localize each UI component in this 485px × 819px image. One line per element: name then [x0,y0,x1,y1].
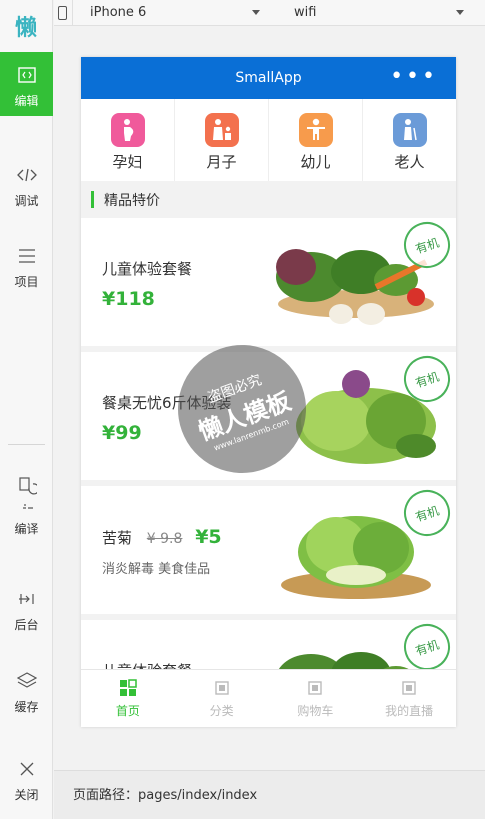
product-title-row: 苦菊 ¥ 9.8 ¥5 [102,526,222,548]
app-logo: 懒 [14,16,37,41]
tab-category[interactable]: 分类 [175,670,269,727]
section-accent-bar [91,191,94,208]
original-price: ¥ 9.8 [146,531,183,547]
category-label: 月子 [206,153,237,171]
cart-icon [308,681,323,695]
sidebar-item-label: 编译 [14,522,39,536]
more-icon[interactable]: ••• [390,57,438,97]
live-icon [402,681,416,695]
category-bar: 孕妇 月子 幼儿 老人 [81,99,456,181]
close-icon [20,758,34,780]
sidebar: 懒 编辑 调试 项目 编译 后台 缓存 关闭 [0,0,53,819]
navigation-bar: SmallApp ••• [81,57,456,99]
product-card[interactable]: 苦菊 ¥ 9.8 ¥5 消炎解毒 美食佳品 有机 [81,486,456,614]
sidebar-item-label: 缓存 [14,700,39,714]
phone-simulator: SmallApp ••• 孕妇 月子 幼儿 老人 精品特价 儿童体验套餐 ¥11… [81,57,456,727]
sidebar-item-label: 后台 [14,618,39,632]
network-select[interactable]: wifi [294,5,316,20]
category-label: 老人 [394,153,425,171]
debug-icon [16,164,37,186]
category-child[interactable]: 幼儿 [269,99,363,181]
product-card[interactable]: 餐桌无忧6斤体验装 ¥99 有机 [81,352,456,480]
sidebar-item-cache[interactable]: 缓存 [0,670,53,715]
background-icon [18,588,36,610]
tab-home[interactable]: 首页 [81,670,175,727]
phone-icon [58,6,67,20]
page-path-value[interactable]: pages/index/index [138,788,257,803]
product-card[interactable]: 儿童体验套餐 ¥118 有机 [81,218,456,346]
category-label: 幼儿 [300,153,331,171]
sidebar-item-compile[interactable]: 编译 [0,474,53,537]
tab-cart[interactable]: 购物车 [269,670,363,727]
product-title: 儿童体验套餐 [102,260,193,278]
sidebar-item-edit[interactable]: 编辑 [0,52,53,116]
pregnant-icon [110,113,145,147]
child-icon [298,113,333,147]
product-title: 苦菊 [102,529,133,547]
sidebar-item-debug[interactable]: 调试 [0,164,53,209]
elder-icon [392,113,427,147]
sidebar-item-project[interactable]: 项目 [0,245,53,290]
sidebar-item-label: 项目 [14,275,39,289]
chevron-down-icon[interactable] [252,10,260,15]
tab-bar: 首页 分类 购物车 我的直播 [81,669,456,727]
sidebar-item-label: 调试 [14,194,39,208]
tab-label: 首页 [115,704,140,718]
section-title: 精品特价 [104,192,160,209]
sidebar-item-background[interactable]: 后台 [0,588,53,633]
sidebar-item-label: 关闭 [14,788,39,802]
product-price: ¥118 [102,288,155,310]
category-pregnant[interactable]: 孕妇 [81,99,175,181]
tab-label: 我的直播 [385,704,434,718]
home-icon [119,679,137,696]
mother-child-icon [204,113,239,147]
sidebar-item-close[interactable]: 关闭 [0,758,53,803]
compile-icon [17,474,37,514]
chevron-down-icon[interactable] [456,10,464,15]
category-elder[interactable]: 老人 [363,99,456,181]
tab-label: 分类 [209,704,234,718]
sidebar-divider [8,444,45,445]
sale-price: ¥5 [195,526,222,548]
device-toolbar: iPhone 6 wifi [54,0,485,26]
tab-live[interactable]: 我的直播 [362,670,456,727]
section-header: 精品特价 [81,181,456,218]
page-path-bar: 页面路径：pages/index/index [54,770,485,819]
nav-title: SmallApp [235,70,302,86]
tab-label: 购物车 [297,704,334,718]
menu-icon [18,245,36,267]
code-icon [17,64,36,86]
product-subtitle: 消炎解毒 美食佳品 [102,562,211,577]
device-select[interactable]: iPhone 6 [90,5,146,20]
category-icon [214,681,229,695]
toolbar-divider [72,0,73,26]
layers-icon [16,670,37,692]
page-path-label: 页面路径： [73,788,139,803]
sidebar-item-label: 编辑 [14,94,39,108]
category-label: 孕妇 [112,153,143,171]
product-price: ¥99 [102,422,142,444]
product-title: 餐桌无忧6斤体验装 [102,394,232,412]
category-postpartum[interactable]: 月子 [175,99,269,181]
